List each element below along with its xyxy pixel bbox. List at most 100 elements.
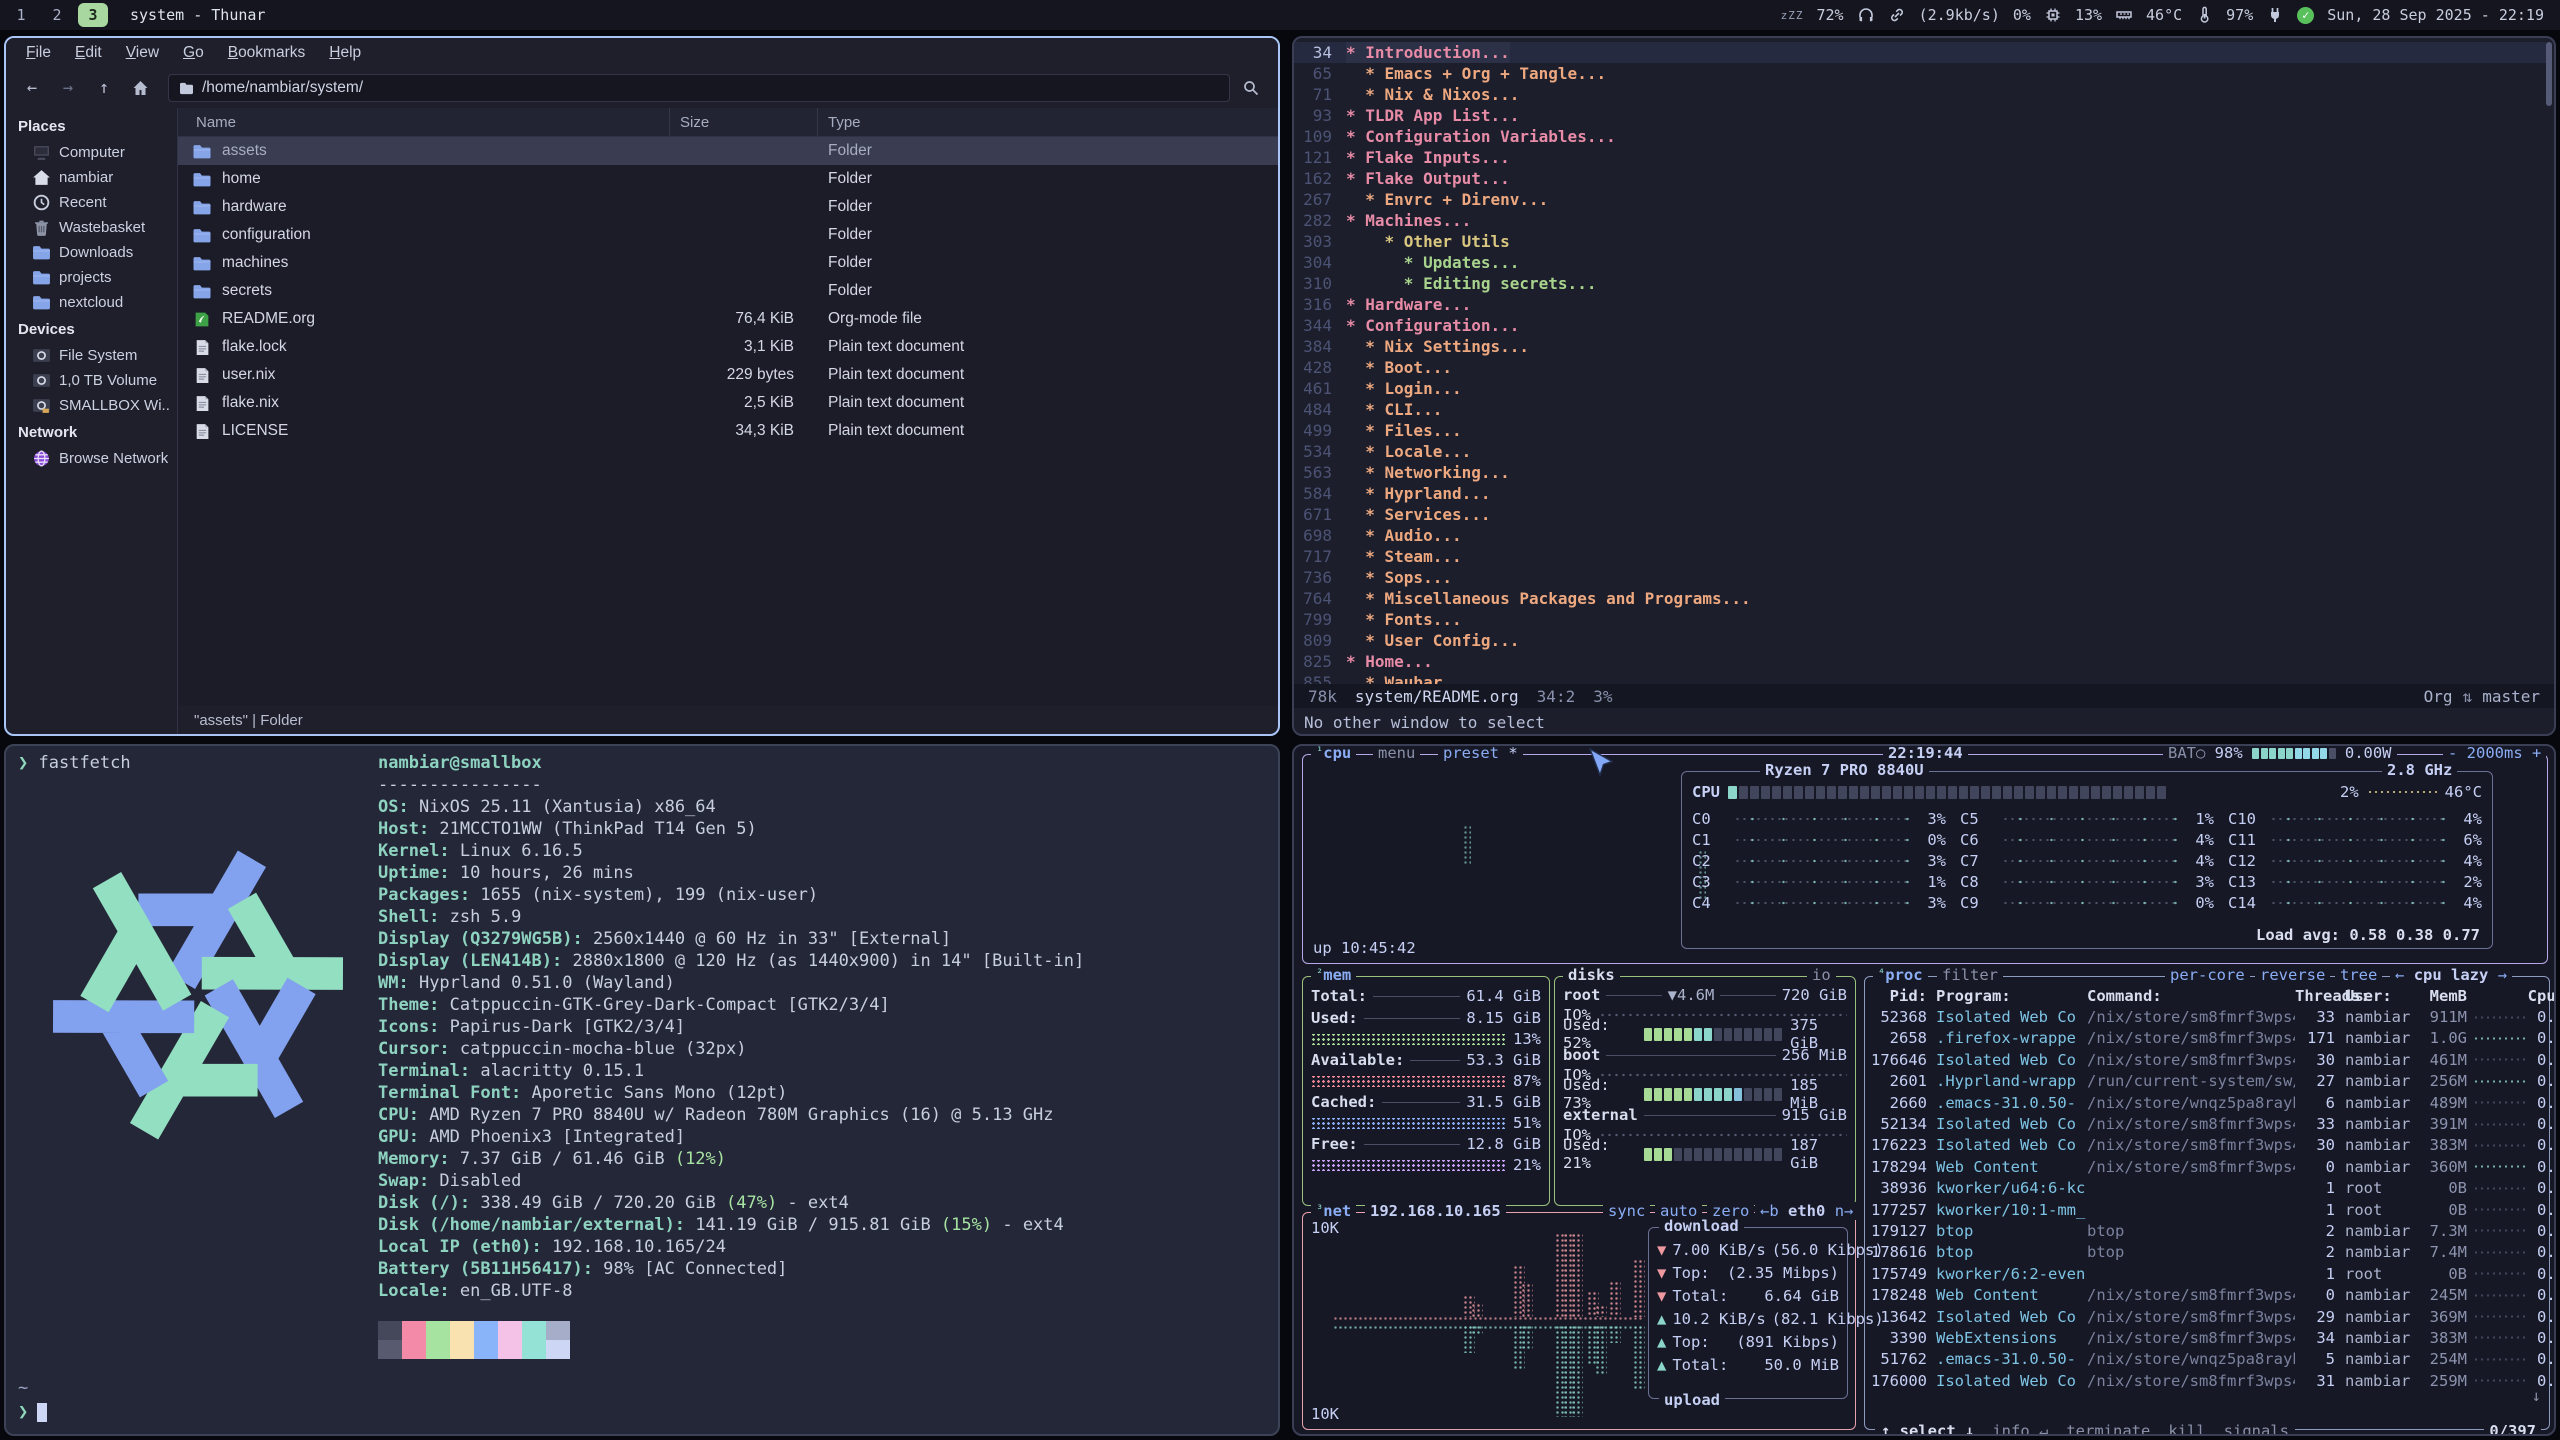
process-row[interactable]: 38936kworker/u64:6-kc1root0B0.0 (1865, 1178, 2549, 1199)
footer-info-[interactable]: info ↵ (1992, 1422, 2048, 1436)
col-command[interactable]: Command: (2087, 987, 2295, 1005)
filter-tag[interactable]: filter (1937, 966, 2003, 984)
org-heading-line[interactable]: 825* Home... (1294, 651, 2546, 672)
org-heading-line[interactable]: 698 * Audio... (1294, 525, 2546, 546)
sidebar-item-nextcloud[interactable]: nextcloud (6, 290, 177, 315)
org-heading-line[interactable]: 499 * Files... (1294, 420, 2546, 441)
process-row[interactable]: 179127btopbtop2nambiar7.3M0.0 (1865, 1220, 2549, 1241)
process-row[interactable]: 2658.firefox-wrappe/nix/store/sm8fmrf3wp… (1865, 1028, 2549, 1049)
org-heading-line[interactable]: 799 * Fonts... (1294, 609, 2546, 630)
sidebar-item-smallbox-wi-[interactable]: SMALLBOX Wi... (6, 393, 177, 418)
org-heading-line[interactable]: 316* Hardware... (1294, 294, 2546, 315)
file-row-flake-lock[interactable]: flake.lock3,1 KiBPlain text document (178, 333, 1278, 361)
up-button[interactable]: ↑ (88, 73, 120, 103)
footer--select-[interactable]: ↑ select ↓ (1881, 1422, 1974, 1436)
file-row-home[interactable]: homeFolder (178, 165, 1278, 193)
col-user[interactable]: User: (2335, 987, 2415, 1005)
tree-tag[interactable]: tree (2335, 966, 2382, 984)
sidebar-item-projects[interactable]: projects (6, 265, 177, 290)
sidebar-item-recent[interactable]: Recent (6, 190, 177, 215)
shell-prompt[interactable]: ~ ❯ (18, 1376, 47, 1424)
org-heading-line[interactable]: 34* Introduction... (1294, 42, 2546, 63)
preset-tag[interactable]: preset * (1438, 744, 1523, 762)
org-heading-line[interactable]: 764 * Miscellaneous Packages and Program… (1294, 588, 2546, 609)
home-button[interactable] (124, 73, 156, 103)
org-heading-line[interactable]: 304 * Updates... (1294, 252, 2546, 273)
org-heading-line[interactable]: 671 * Services... (1294, 504, 2546, 525)
file-row-user-nix[interactable]: user.nix229 bytesPlain text document (178, 361, 1278, 389)
file-row-secrets[interactable]: secretsFolder (178, 277, 1278, 305)
footer-signals[interactable]: signals (2224, 1422, 2289, 1436)
per-core-tag[interactable]: per-core (2165, 966, 2250, 984)
column-type[interactable]: Type (818, 114, 1278, 131)
org-heading-line[interactable]: 534 * Locale... (1294, 441, 2546, 462)
org-heading-line[interactable]: 109* Configuration Variables... (1294, 126, 2546, 147)
org-heading-line[interactable]: 162* Flake Output... (1294, 168, 2546, 189)
org-heading-line[interactable]: 428 * Boot... (1294, 357, 2546, 378)
menu-go[interactable]: Go (173, 41, 214, 65)
io-tag[interactable]: io (1807, 966, 1836, 984)
process-row[interactable]: 13642Isolated Web Co/nix/store/sm8fmrf3w… (1865, 1306, 2549, 1327)
sidebar-item-browse-network[interactable]: Browse Network (6, 446, 177, 471)
workspace-3[interactable]: 3 (78, 3, 108, 27)
menu-bookmarks[interactable]: Bookmarks (218, 41, 316, 65)
process-row[interactable]: 52368Isolated Web Co/nix/store/sm8fmrf3w… (1865, 1006, 2549, 1027)
process-row[interactable]: 3390WebExtensions/nix/store/sm8fmrf3wps4… (1865, 1327, 2549, 1348)
interval-control[interactable]: - 2000ms + (2443, 744, 2546, 762)
forward-button[interactable]: → (52, 73, 84, 103)
process-row[interactable]: 2660.emacs-31.0.50-/nix/store/wnqz5pa8ra… (1865, 1092, 2549, 1113)
process-row[interactable]: 178248Web Content/nix/store/sm8fmrf3wps4… (1865, 1284, 2549, 1305)
org-heading-line[interactable]: 584 * Hyprland... (1294, 483, 2546, 504)
file-row-configuration[interactable]: configurationFolder (178, 221, 1278, 249)
process-row[interactable]: 178294Web Content/nix/store/sm8fmrf3wps4… (1865, 1156, 2549, 1177)
process-row[interactable]: 178616btopbtop2nambiar7.4M0.0 (1865, 1242, 2549, 1263)
path-bar[interactable]: /home/nambiar/system/ (168, 74, 1230, 102)
process-row[interactable]: 176223Isolated Web Co/nix/store/sm8fmrf3… (1865, 1135, 2549, 1156)
org-heading-line[interactable]: 267 * Envrc + Direnv... (1294, 189, 2546, 210)
menu-file[interactable]: File (16, 41, 61, 65)
org-heading-line[interactable]: 71 * Nix & Nixos... (1294, 84, 2546, 105)
footer-terminate[interactable]: terminate (2066, 1422, 2150, 1436)
back-button[interactable]: ← (16, 73, 48, 103)
sidebar-item-wastebasket[interactable]: Wastebasket (6, 215, 177, 240)
process-row[interactable]: 51762.emacs-31.0.50-/nix/store/wnqz5pa8r… (1865, 1349, 2549, 1370)
sidebar-item-downloads[interactable]: Downloads (6, 240, 177, 265)
org-heading-line[interactable]: 310 * Editing secrets... (1294, 273, 2546, 294)
sidebar-item-nambiar[interactable]: nambiar (6, 165, 177, 190)
org-heading-line[interactable]: 461 * Login... (1294, 378, 2546, 399)
sidebar-item-computer[interactable]: Computer (6, 140, 177, 165)
process-row[interactable]: 175749kworker/6:2-even1root0B0.0 (1865, 1263, 2549, 1284)
org-heading-line[interactable]: 717 * Steam... (1294, 546, 2546, 567)
process-row[interactable]: 177257kworker/10:1-mm_1root0B0.0 (1865, 1199, 2549, 1220)
file-row-flake-nix[interactable]: flake.nix2,5 KiBPlain text document (178, 389, 1278, 417)
menu-edit[interactable]: Edit (65, 41, 112, 65)
col-cpu[interactable]: Cpu% (2525, 987, 2556, 1005)
org-heading-line[interactable]: 344* Configuration... (1294, 315, 2546, 336)
org-heading-line[interactable]: 809 * User Config... (1294, 630, 2546, 651)
workspace-1[interactable]: 1 (6, 3, 36, 27)
workspace-2[interactable]: 2 (42, 3, 72, 27)
file-row-machines[interactable]: machinesFolder (178, 249, 1278, 277)
org-heading-line[interactable]: 484 * CLI... (1294, 399, 2546, 420)
file-row-assets[interactable]: assetsFolder (178, 137, 1278, 165)
org-heading-line[interactable]: 303 * Other Utils (1294, 231, 2546, 252)
org-heading-line[interactable]: 65 * Emacs + Org + Tangle... (1294, 63, 2546, 84)
emacs-scrollbar[interactable] (2546, 42, 2552, 106)
menu-tag[interactable]: menu (1373, 744, 1420, 762)
process-row[interactable]: 176000Isolated Web Co/nix/store/sm8fmrf3… (1865, 1370, 2549, 1391)
menu-view[interactable]: View (116, 41, 169, 65)
process-row[interactable]: 2601.Hyprland-wrapp/run/current-system/s… (1865, 1071, 2549, 1092)
sidebar-item-1-0-tb-volume[interactable]: 1,0 TB Volume (6, 368, 177, 393)
process-row[interactable]: 176646Isolated Web Co/nix/store/sm8fmrf3… (1865, 1049, 2549, 1070)
footer-kill[interactable]: kill (2168, 1422, 2205, 1436)
sidebar-item-file-system[interactable]: File System (6, 343, 177, 368)
process-row[interactable]: 52134Isolated Web Co/nix/store/sm8fmrf3w… (1865, 1113, 2549, 1134)
org-heading-line[interactable]: 93* TLDR App List... (1294, 105, 2546, 126)
search-button[interactable] (1234, 73, 1268, 103)
sync-tag[interactable]: sync (1603, 1202, 1650, 1220)
org-heading-line[interactable]: 282* Machines... (1294, 210, 2546, 231)
file-row-hardware[interactable]: hardwareFolder (178, 193, 1278, 221)
col-program[interactable]: Program: (1927, 987, 2087, 1005)
col-memb[interactable]: MemB (2415, 987, 2467, 1005)
column-size[interactable]: Size (670, 108, 818, 136)
